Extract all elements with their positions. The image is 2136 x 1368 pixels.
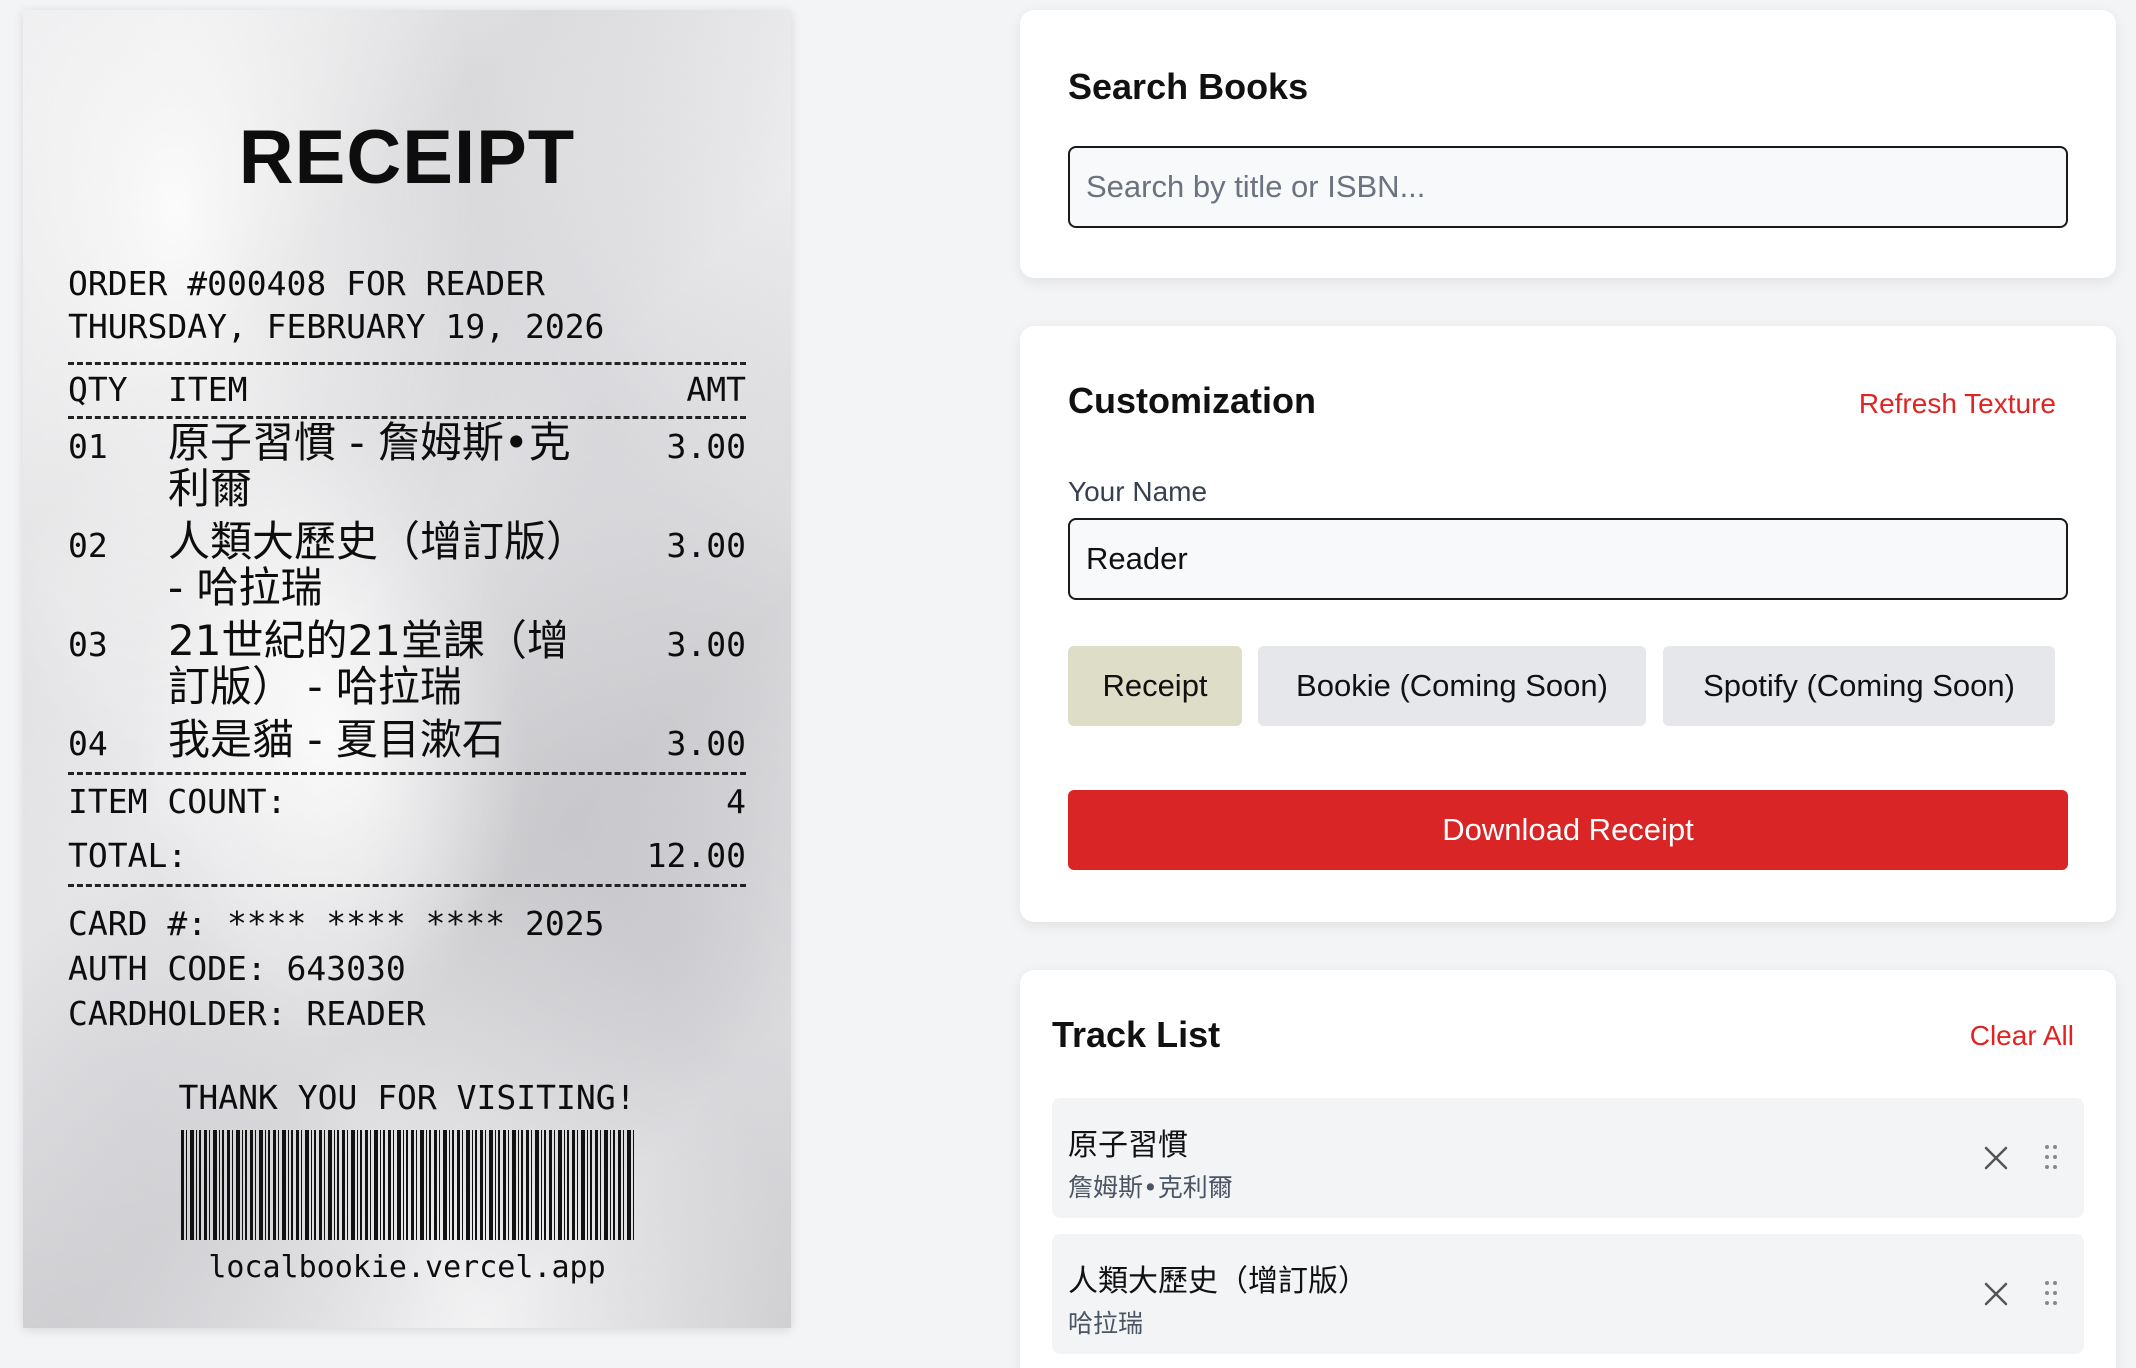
receipt-item-count-label: ITEM COUNT:	[68, 782, 287, 821]
clear-all-button[interactable]: Clear All	[1970, 1020, 2074, 1052]
receipt-auth-line: AUTH CODE: 643030	[68, 949, 406, 988]
receipt-total-value: 12.00	[646, 836, 746, 875]
tracklist-card: Track List Clear All 原子習慣 詹姆斯•克利爾 人類大歷史（…	[1020, 970, 2116, 1368]
template-receipt-button[interactable]: Receipt	[1068, 646, 1242, 726]
receipt-item-qty: 02	[68, 526, 108, 565]
track-title: 人類大歷史（增訂版）	[1068, 1264, 1368, 1299]
barcode-image	[181, 1130, 636, 1240]
track-title: 原子習慣	[1068, 1128, 1188, 1163]
receipt-order-line: ORDER #000408 FOR READER	[68, 264, 545, 303]
customization-heading: Customization	[1068, 380, 1316, 421]
search-card: Search Books	[1020, 10, 2116, 278]
receipt-cardholder-line: CARDHOLDER: READER	[68, 994, 426, 1033]
customization-card: Customization Refresh Texture Your Name …	[1020, 326, 2116, 922]
receipt-date-line: THURSDAY, FEBRUARY 19, 2026	[68, 307, 605, 346]
search-heading: Search Books	[1068, 66, 1309, 107]
receipt-divider	[68, 362, 746, 365]
name-field-label: Your Name	[1068, 476, 1208, 507]
receipt-preview: RECEIPT ORDER #000408 FOR READER THURSDA…	[23, 10, 791, 1328]
template-bookie-button[interactable]: Bookie (Coming Soon)	[1258, 646, 1646, 726]
receipt-barcode-text: localbookie.vercel.app	[208, 1250, 606, 1285]
receipt-item-name: 原子習慣 - 詹姆斯•克利爾	[168, 418, 571, 513]
download-receipt-button[interactable]: Download Receipt	[1068, 790, 2068, 870]
receipt-total: TOTAL: 12.00	[68, 836, 746, 875]
receipt-item-name: 我是貓 - 夏目漱石	[168, 715, 504, 764]
search-input[interactable]	[1068, 146, 2068, 228]
receipt-title: RECEIPT	[238, 115, 576, 200]
receipt-card-line: CARD #: **** **** **** 2025	[68, 904, 605, 943]
receipt-header-item: ITEM	[168, 370, 248, 409]
receipt-item-qty: 04	[68, 724, 108, 763]
receipt-header-qty: QTY	[68, 370, 128, 409]
receipt-item-row: 02 人類大歷史（增訂版） - 哈拉瑞 3.00	[68, 519, 746, 611]
track-item[interactable]: 人類大歷史（增訂版） 哈拉瑞	[1052, 1234, 2084, 1354]
receipt-item-count: ITEM COUNT: 4	[68, 782, 746, 821]
receipt-item-qty: 03	[68, 625, 108, 664]
receipt-item-name: 21世紀的21堂課（增訂版） - 哈拉瑞	[168, 616, 569, 711]
receipt-item-amt: 3.00	[666, 625, 746, 664]
drag-handle-icon[interactable]	[2044, 1144, 2058, 1170]
receipt-header-amt: AMT	[686, 370, 746, 409]
receipt-thank-you: THANK YOU FOR VISITING!	[178, 1078, 636, 1117]
track-author: 詹姆斯•克利爾	[1068, 1173, 1233, 1202]
track-item[interactable]: 原子習慣 詹姆斯•克利爾	[1052, 1098, 2084, 1218]
receipt-item-count-value: 4	[726, 782, 746, 821]
tracklist-heading: Track List	[1052, 1014, 1221, 1055]
track-author: 哈拉瑞	[1068, 1309, 1144, 1338]
receipt-item-amt: 3.00	[666, 724, 746, 763]
receipt-header-row: QTY ITEM AMT	[68, 370, 746, 409]
refresh-texture-button[interactable]: Refresh Texture	[1859, 388, 2056, 420]
name-input[interactable]	[1068, 518, 2068, 600]
receipt-item-row: 04 我是貓 - 夏目漱石 3.00	[68, 717, 746, 767]
receipt-item-amt: 3.00	[666, 526, 746, 565]
template-spotify-button[interactable]: Spotify (Coming Soon)	[1663, 646, 2055, 726]
receipt-item-row: 03 21世紀的21堂課（增訂版） - 哈拉瑞 3.00	[68, 618, 746, 710]
receipt-item-row: 01 原子習慣 - 詹姆斯•克利爾 3.00	[68, 420, 746, 512]
receipt-total-label: TOTAL:	[68, 836, 188, 875]
close-icon[interactable]	[1982, 1280, 2010, 1308]
drag-handle-icon[interactable]	[2044, 1280, 2058, 1306]
receipt-item-qty: 01	[68, 427, 108, 466]
receipt-item-name: 人類大歷史（增訂版） - 哈拉瑞	[168, 517, 589, 612]
receipt-divider	[68, 884, 746, 887]
receipt-item-amt: 3.00	[666, 427, 746, 466]
close-icon[interactable]	[1982, 1144, 2010, 1172]
receipt-divider	[68, 772, 746, 775]
